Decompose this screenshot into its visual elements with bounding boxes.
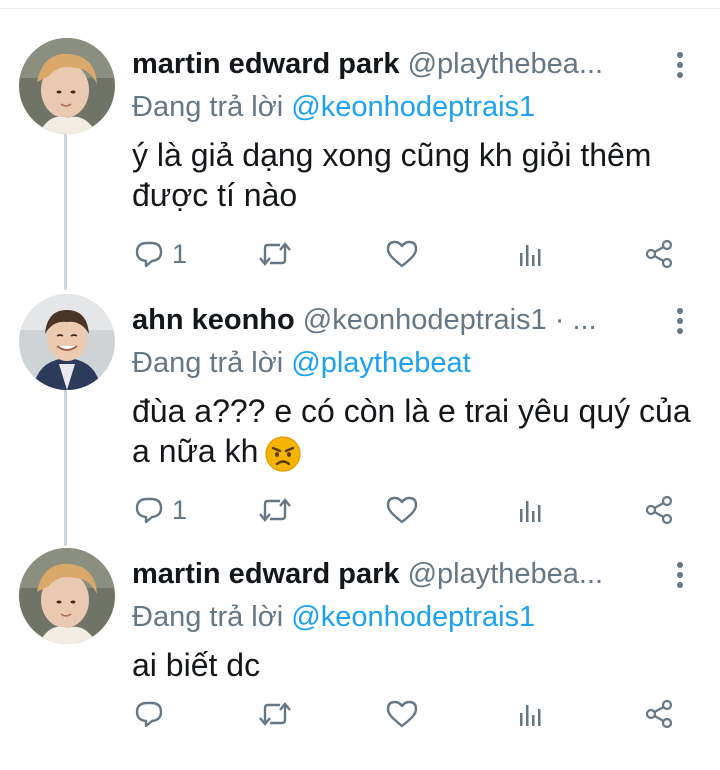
- display-name[interactable]: ahn keonho: [132, 304, 295, 336]
- username-handle[interactable]: @playthebea...: [408, 48, 604, 80]
- vertical-dots-icon[interactable]: [668, 558, 692, 592]
- display-name[interactable]: martin edward park: [132, 558, 400, 590]
- speech-bubble-icon: [135, 241, 163, 268]
- retweet-icon: [259, 702, 291, 726]
- vertical-dots-icon[interactable]: [668, 48, 692, 82]
- tweet-actions: [0, 696, 720, 732]
- replying-prefix: Đang trả lời: [132, 347, 284, 379]
- bar-chart-icon: [520, 705, 541, 726]
- heart-icon: [386, 700, 418, 728]
- speech-bubble-icon: [135, 701, 163, 728]
- share-icon: [645, 239, 673, 269]
- reply-mention-link[interactable]: @playthebeat: [291, 347, 470, 379]
- tweet-header: ahn keonho @keonhodeptrais1 · ...: [132, 300, 662, 340]
- retweet-icon: [259, 242, 291, 266]
- tweet-header: martin edward park @playthebea...: [132, 554, 662, 594]
- display-name[interactable]: martin edward park: [132, 48, 400, 80]
- tweet-text: ý là giả dạng xong cũng kh giỏi thêm đượ…: [132, 137, 652, 213]
- vertical-dots-icon[interactable]: [668, 304, 692, 338]
- bar-chart-icon: [520, 245, 541, 266]
- tweet[interactable]: ahn keonho @keonhodeptrais1 · ... Đang t…: [0, 266, 720, 525]
- heart-icon: [386, 240, 418, 268]
- tweet-text-wrapper: đùa a??? e có còn là e trai yêu quý của …: [132, 391, 692, 473]
- reply-mention-link[interactable]: @keonhodeptrais1: [291, 601, 535, 633]
- like-button[interactable]: [386, 696, 426, 732]
- share-button[interactable]: [644, 696, 674, 732]
- username-handle[interactable]: @playthebea...: [408, 558, 604, 590]
- analytics-button[interactable]: [518, 696, 544, 732]
- reply-button[interactable]: [134, 696, 172, 732]
- tweet[interactable]: martin edward park @playthebea... Đang t…: [0, 520, 720, 770]
- username-handle[interactable]: @keonhodeptrais1 · ...: [303, 304, 597, 336]
- reply-mention-link[interactable]: @keonhodeptrais1: [291, 91, 535, 123]
- avatar[interactable]: [19, 294, 115, 390]
- replying-prefix: Đang trả lời: [132, 91, 284, 123]
- replying-prefix: Đang trả lời: [132, 601, 284, 633]
- tweet-text: đùa a??? e có còn là e trai yêu quý của …: [132, 393, 691, 469]
- replying-to-line: Đang trả lời @keonhodeptrais1: [132, 88, 535, 126]
- avatar[interactable]: [19, 548, 115, 644]
- replying-to-line: Đang trả lời @playthebeat: [132, 344, 471, 382]
- angry-face-icon: [264, 435, 302, 473]
- tweet-text: ai biết dc: [132, 647, 261, 683]
- retweet-button[interactable]: [258, 696, 300, 732]
- replying-to-line: Đang trả lời @keonhodeptrais1: [132, 598, 535, 636]
- tweet-header: martin edward park @playthebea...: [132, 44, 662, 84]
- avatar[interactable]: [19, 38, 115, 134]
- share-icon: [645, 699, 673, 729]
- top-divider: [0, 8, 720, 9]
- tweet[interactable]: martin edward park @playthebea... Đang t…: [0, 10, 720, 269]
